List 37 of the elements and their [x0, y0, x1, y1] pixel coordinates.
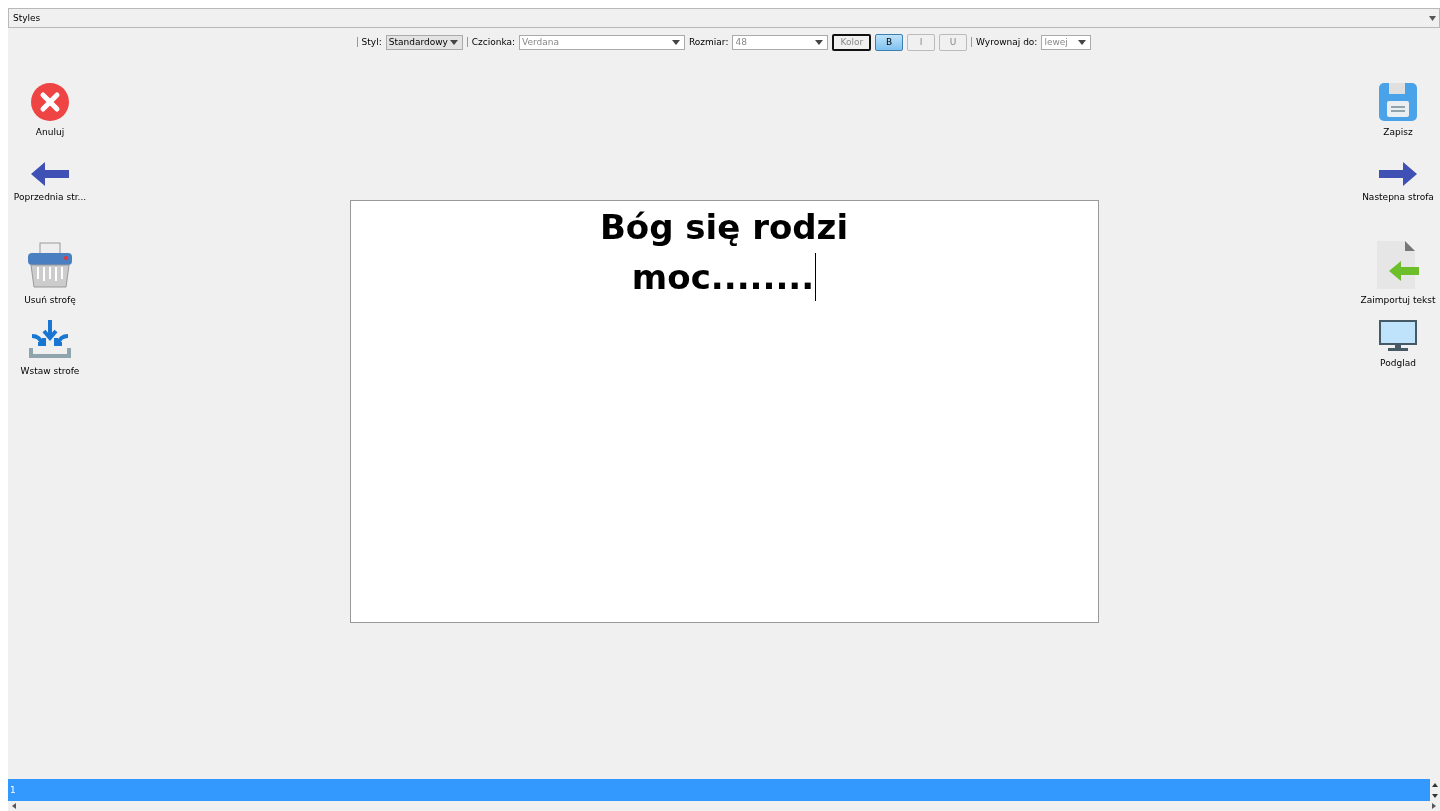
insert-icon — [28, 320, 72, 360]
toolbar-action[interactable]: Zapisz — [1379, 83, 1417, 162]
toolbar-action[interactable]: Usuń strofę — [24, 241, 76, 320]
dropdown-caret-icon — [672, 39, 680, 45]
panel-header[interactable]: Styles — [8, 8, 1440, 28]
spin-down-icon[interactable] — [1432, 793, 1438, 798]
style-label: Styl: — [361, 37, 382, 47]
toolbar-action[interactable]: Wstaw strofe — [20, 320, 80, 399]
scroll-right-icon[interactable] — [1432, 803, 1436, 809]
size-label: Rozmiar: — [689, 37, 729, 47]
document-import-icon — [1375, 241, 1421, 289]
panel-title: Styles — [13, 13, 41, 23]
style-dropdown[interactable]: Standardowy — [385, 34, 463, 50]
text-editor[interactable]: Bóg się rodzi moc........ — [349, 200, 1099, 623]
toolbar-action[interactable]: Zaimportuj tekst — [1360, 241, 1436, 320]
toolbar-action[interactable]: Nastepna strofa — [1362, 162, 1434, 241]
toolbar-action[interactable]: Anuluj — [31, 83, 69, 162]
align-dropdown[interactable]: lewej — [1041, 34, 1092, 50]
toolbar-action[interactable]: Poprzednia str... — [13, 162, 87, 241]
size-dropdown[interactable]: 48 — [732, 34, 829, 50]
toolbar-action[interactable]: Podglad — [1379, 320, 1417, 399]
scroll-left-icon[interactable] — [12, 803, 16, 809]
editor-text-line: Bóg się rodzi — [599, 206, 849, 249]
monitor-icon — [1379, 320, 1417, 352]
dropdown-caret-icon — [815, 39, 824, 45]
collapse-caret-icon[interactable] — [1429, 15, 1436, 21]
align-label: Wyrownaj do: — [976, 37, 1038, 47]
close-icon — [31, 83, 69, 121]
spin-up-icon[interactable] — [1432, 782, 1438, 787]
font-dropdown[interactable]: Verdana — [519, 34, 685, 50]
right-arrow-icon — [1379, 162, 1417, 186]
bold-button[interactable]: B — [875, 33, 904, 51]
dropdown-caret-icon — [449, 39, 458, 45]
dropdown-caret-icon — [1078, 39, 1087, 45]
font-label: Czcionka: — [471, 37, 515, 47]
editor-text-line: moc........ — [631, 252, 817, 302]
left-arrow-icon — [31, 162, 69, 186]
